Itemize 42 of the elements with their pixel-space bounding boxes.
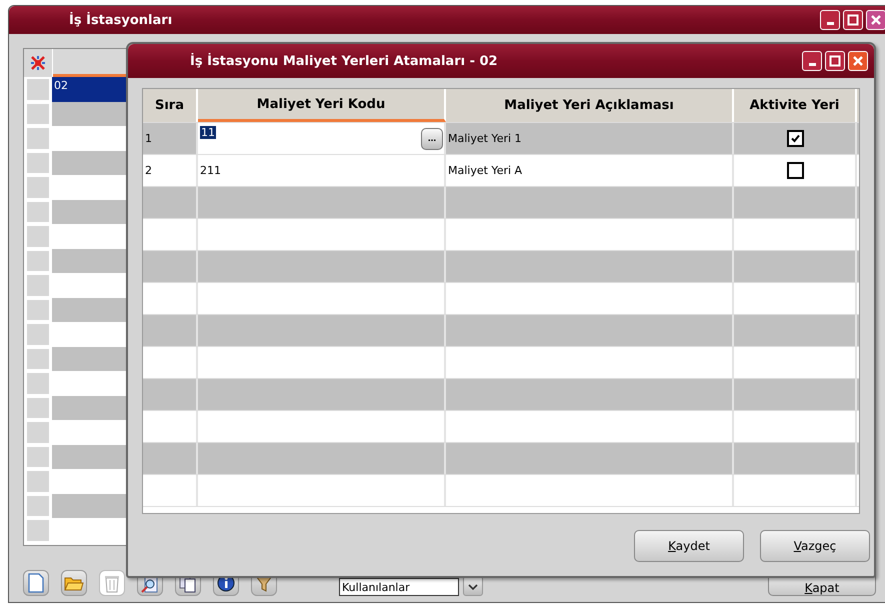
table-cell: Maliyet Yeri 1 xyxy=(446,123,734,154)
window-title: İş İstasyonu Maliyet Yerleri Atamaları - 02 xyxy=(190,54,499,68)
row-header[interactable] xyxy=(26,323,50,346)
input-field[interactable]: 11 xyxy=(200,123,421,154)
minimize-button[interactable] xyxy=(802,51,822,71)
row-header[interactable] xyxy=(26,348,50,370)
maximize-icon xyxy=(827,53,843,69)
dropdown-button[interactable] xyxy=(463,576,483,596)
row-header[interactable] xyxy=(26,102,50,125)
row-header[interactable] xyxy=(26,200,50,223)
maximize-button[interactable] xyxy=(843,10,863,30)
dialog-button[interactable]: Kaydet xyxy=(634,530,744,562)
window-title: İş İstasyonları xyxy=(69,12,174,28)
row-header[interactable] xyxy=(26,396,50,419)
row-header[interactable] xyxy=(26,176,50,198)
check-icon xyxy=(790,133,801,144)
row-header[interactable] xyxy=(26,494,50,517)
row-header[interactable] xyxy=(26,127,50,150)
row-header[interactable] xyxy=(26,250,50,272)
filter-combo[interactable]: Kullanılanlar xyxy=(339,578,459,596)
expand-icon xyxy=(30,55,46,71)
checkbox[interactable] xyxy=(787,162,804,179)
maximize-button[interactable] xyxy=(825,51,845,71)
minimize-icon xyxy=(826,22,834,25)
lookup-button[interactable]: ... xyxy=(421,128,443,150)
checkbox[interactable] xyxy=(787,130,804,147)
row-header[interactable] xyxy=(26,421,50,444)
close-button[interactable] xyxy=(866,10,885,30)
maximize-icon xyxy=(845,12,861,28)
row-header[interactable] xyxy=(26,274,50,296)
row-header[interactable] xyxy=(26,470,50,492)
row-header[interactable] xyxy=(26,298,50,321)
row-header[interactable] xyxy=(26,152,50,174)
dialog-button[interactable]: Vazgeç xyxy=(760,530,870,562)
row-header[interactable] xyxy=(26,446,50,468)
minimize-icon xyxy=(808,63,816,66)
minimize-button[interactable] xyxy=(820,10,840,30)
row-header[interactable] xyxy=(26,519,50,542)
row-header[interactable] xyxy=(26,372,50,394)
close-button[interactable] xyxy=(848,51,868,71)
row-header[interactable] xyxy=(26,225,50,248)
caret-icon xyxy=(468,582,478,590)
